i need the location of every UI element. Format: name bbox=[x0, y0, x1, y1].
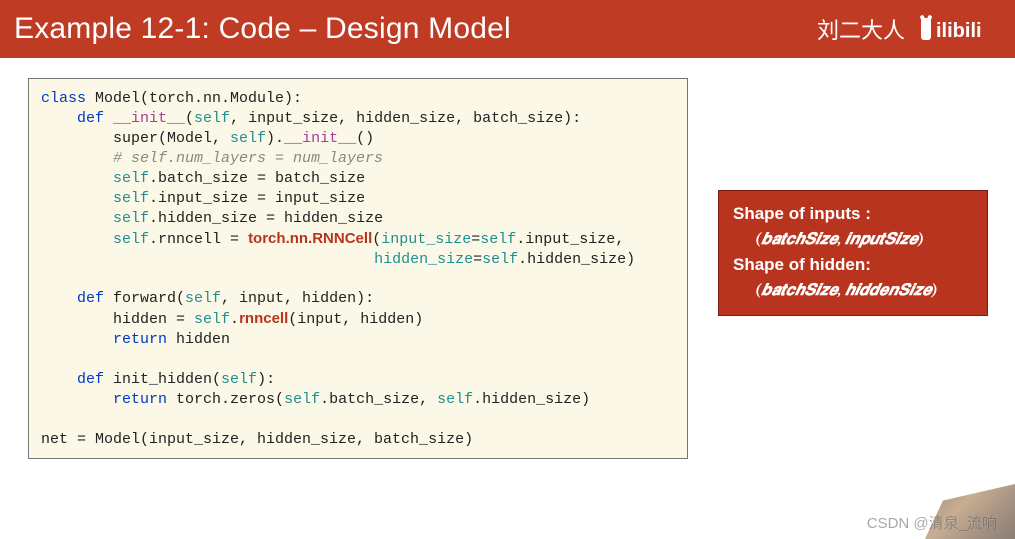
code-token: ). bbox=[266, 130, 284, 147]
code-token: , input, hidden): bbox=[221, 290, 374, 307]
code-token: . bbox=[230, 311, 239, 328]
code-token: (input, hidden) bbox=[288, 311, 423, 328]
code-token: self bbox=[437, 391, 473, 408]
code-emphasis: torch.nn.RNNCell bbox=[248, 230, 372, 247]
code-token: init_hidden( bbox=[104, 371, 221, 388]
slide-title: Example 12-1: Code – Design Model bbox=[14, 12, 511, 46]
code-token: self bbox=[185, 290, 221, 307]
code-token: input_size bbox=[381, 231, 471, 248]
code-token: net = Model(input_size, hidden_size, bat… bbox=[41, 431, 473, 448]
code-token: self bbox=[482, 251, 518, 268]
code-token: , input_size, hidden_size, batch_size): bbox=[230, 110, 581, 127]
code-token bbox=[41, 170, 113, 187]
code-token: self bbox=[113, 210, 149, 227]
hidden-shape-tuple: (𝒃𝒂𝒕𝒄𝒉𝑺𝒊𝒛𝒆, 𝒉𝒊𝒅𝒅𝒆𝒏𝑺𝒊𝒛𝒆) bbox=[733, 278, 973, 303]
code-token: .rnncell = bbox=[149, 231, 248, 248]
code-token: self bbox=[194, 110, 230, 127]
code-token bbox=[41, 251, 374, 268]
hidden-shape-heading: Shape of hidden: bbox=[733, 252, 973, 278]
code-token: ( bbox=[372, 231, 381, 248]
code-token: self bbox=[284, 391, 320, 408]
code-token: return bbox=[41, 391, 167, 408]
code-comment: # self.num_layers = num_layers bbox=[41, 150, 383, 167]
svg-text:ilibili: ilibili bbox=[936, 20, 982, 42]
code-token: .input_size = input_size bbox=[149, 190, 365, 207]
code-token: def bbox=[41, 371, 104, 388]
code-token: return bbox=[41, 331, 167, 348]
code-token: self bbox=[113, 190, 149, 207]
code-token: def bbox=[41, 110, 113, 127]
code-token: = bbox=[471, 231, 480, 248]
code-token: .hidden_size) bbox=[473, 391, 590, 408]
code-token bbox=[41, 190, 113, 207]
code-token: torch.zeros( bbox=[167, 391, 284, 408]
code-token: __init__ bbox=[284, 130, 356, 147]
code-token: self bbox=[194, 311, 230, 328]
code-token: .batch_size, bbox=[320, 391, 437, 408]
code-token: () bbox=[356, 130, 374, 147]
code-token: .hidden_size = hidden_size bbox=[149, 210, 383, 227]
code-token: __init__ bbox=[113, 110, 185, 127]
code-token: .hidden_size) bbox=[518, 251, 635, 268]
code-token: self bbox=[230, 130, 266, 147]
code-emphasis: rnncell bbox=[239, 310, 288, 327]
code-token: Model(torch.nn.Module): bbox=[86, 90, 302, 107]
code-token: def bbox=[41, 290, 104, 307]
code-token: hidden bbox=[167, 331, 230, 348]
code-token: self bbox=[480, 231, 516, 248]
code-token: = bbox=[473, 251, 482, 268]
code-token: .input_size, bbox=[516, 231, 624, 248]
csdn-watermark: CSDN @清泉_流响 bbox=[867, 512, 997, 533]
slide-body: class Model(torch.nn.Module): def __init… bbox=[0, 58, 1015, 459]
code-token: .batch_size = batch_size bbox=[149, 170, 365, 187]
code-token: super(Model, bbox=[41, 130, 230, 147]
brand-area: 刘二大人 ilibili bbox=[817, 12, 995, 46]
code-token: class bbox=[41, 90, 86, 107]
code-token: ( bbox=[185, 110, 194, 127]
code-token: self bbox=[113, 231, 149, 248]
code-block: class Model(torch.nn.Module): def __init… bbox=[28, 78, 688, 459]
code-token bbox=[41, 210, 113, 227]
code-token: ): bbox=[257, 371, 275, 388]
inputs-shape-heading: Shape of inputs : bbox=[733, 201, 973, 227]
code-token: forward( bbox=[104, 290, 185, 307]
code-token: hidden_size bbox=[374, 251, 473, 268]
slide: Example 12-1: Code – Design Model 刘二大人 i… bbox=[0, 0, 1015, 539]
code-token: self bbox=[113, 170, 149, 187]
inputs-shape-tuple: (𝒃𝒂𝒕𝒄𝒉𝑺𝒊𝒛𝒆, 𝒊𝒏𝒑𝒖𝒕𝑺𝒊𝒛𝒆) bbox=[733, 227, 973, 252]
code-token bbox=[41, 231, 113, 248]
code-token: self bbox=[221, 371, 257, 388]
shape-info-callout: Shape of inputs : (𝒃𝒂𝒕𝒄𝒉𝑺𝒊𝒛𝒆, 𝒊𝒏𝒑𝒖𝒕𝑺𝒊𝒛𝒆)… bbox=[718, 190, 988, 316]
bilibili-logo-icon: ilibili bbox=[919, 12, 995, 46]
author-name: 刘二大人 bbox=[817, 13, 905, 45]
slide-header: Example 12-1: Code – Design Model 刘二大人 i… bbox=[0, 0, 1015, 58]
code-token: hidden = bbox=[41, 311, 194, 328]
